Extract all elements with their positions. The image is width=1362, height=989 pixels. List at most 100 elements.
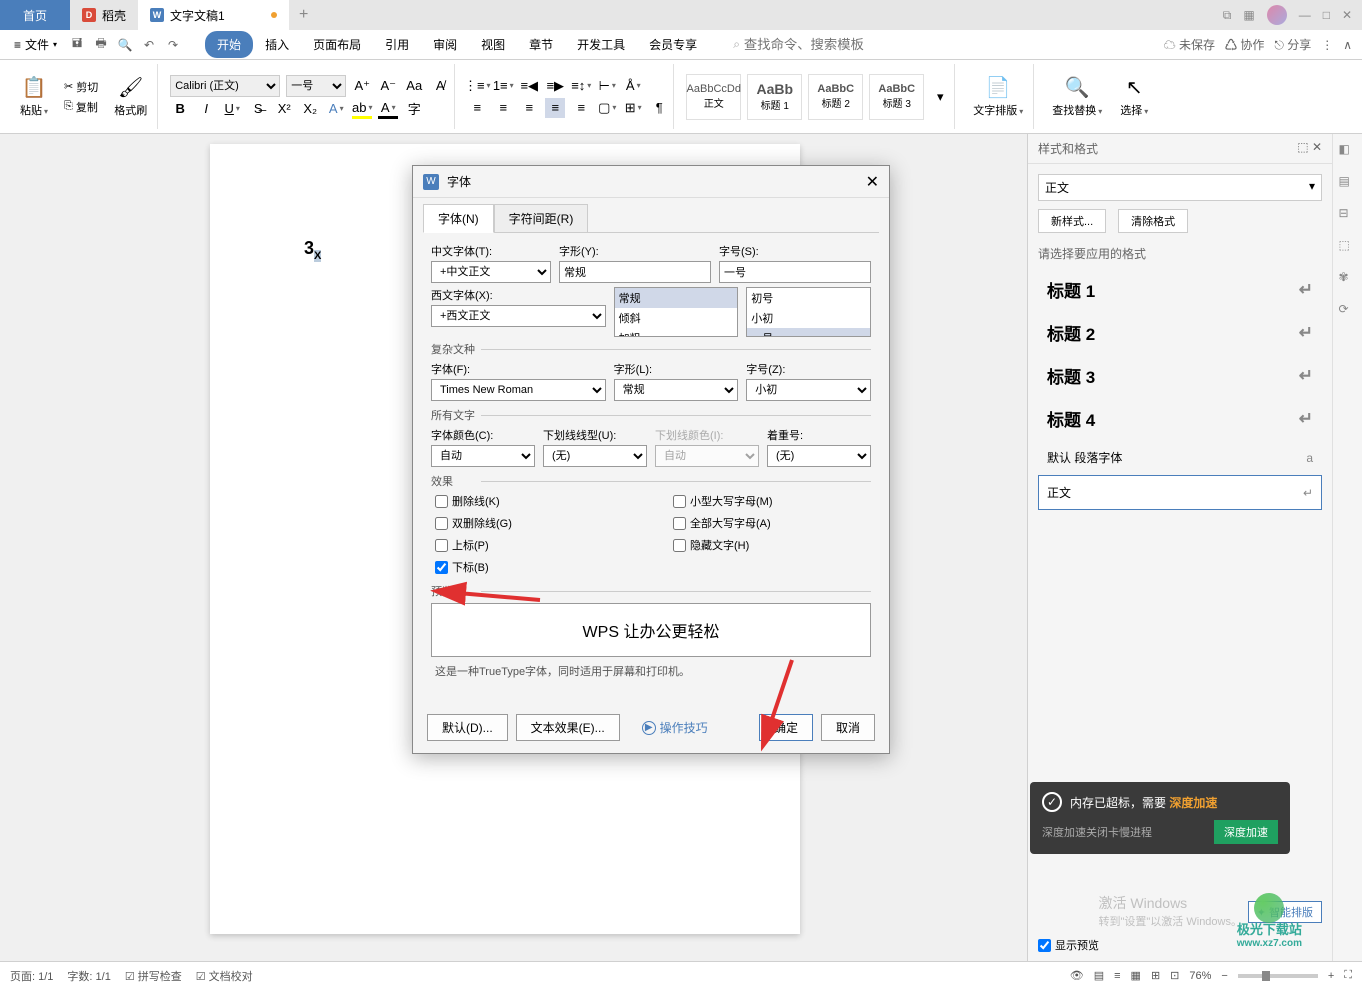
print-icon[interactable]: 🖶: [93, 37, 109, 53]
tab-stop-icon[interactable]: ⊢: [597, 76, 617, 96]
tab-start[interactable]: 开始: [205, 31, 253, 58]
cancel-button[interactable]: 取消: [821, 714, 875, 741]
copy-button[interactable]: ⎘ 复制: [60, 97, 102, 117]
writing-direction-icon[interactable]: Å: [623, 76, 643, 96]
clear-format-icon[interactable]: A̸: [430, 76, 450, 96]
window-layout-icon[interactable]: ⧉: [1223, 8, 1232, 23]
print-preview-icon[interactable]: 🔍: [117, 37, 133, 53]
new-style-button[interactable]: 新样式...: [1038, 209, 1106, 233]
proofread-toggle[interactable]: ☑ 文档校对: [196, 968, 253, 984]
dialog-title-bar[interactable]: W 字体 ✕: [413, 166, 889, 198]
subscript-button[interactable]: X₂: [300, 99, 320, 119]
minimize-button[interactable]: —: [1299, 8, 1311, 22]
style-heading1[interactable]: AaBb标题 1: [747, 74, 802, 120]
tab-view[interactable]: 视图: [469, 31, 517, 58]
dialog-close-button[interactable]: ✕: [866, 172, 879, 192]
tab-home[interactable]: 首页: [0, 0, 70, 30]
increase-font-icon[interactable]: A⁺: [352, 76, 372, 96]
chk-superscript[interactable]: 上标(P): [435, 537, 633, 553]
current-style-select[interactable]: 正文▾: [1038, 174, 1322, 201]
menu-more-icon[interactable]: ⋮: [1321, 38, 1333, 52]
zoom-fit-icon[interactable]: ⊡: [1170, 969, 1179, 982]
bold-button[interactable]: B: [170, 99, 190, 119]
underline-select[interactable]: (无): [543, 445, 647, 467]
list-item[interactable]: 小初: [747, 308, 870, 328]
side-select-icon[interactable]: ⬚: [1339, 238, 1357, 256]
font-size-list[interactable]: 初号 小初 一号: [746, 287, 871, 337]
show-marks-icon[interactable]: ¶: [649, 98, 669, 118]
style-more-icon[interactable]: ▾: [930, 87, 950, 107]
side-property-icon[interactable]: ✾: [1339, 270, 1357, 288]
tab-docer[interactable]: D 稻壳: [70, 0, 138, 30]
chk-double-strikethrough[interactable]: 双删除线(G): [435, 515, 633, 531]
phonetic-button[interactable]: 字: [404, 99, 424, 119]
side-style-icon[interactable]: ▤: [1339, 174, 1357, 192]
tab-review[interactable]: 审阅: [421, 31, 469, 58]
align-right-icon[interactable]: ≡: [519, 98, 539, 118]
cn-font-select[interactable]: +中文正文: [431, 261, 551, 283]
font-name-select[interactable]: Calibri (正文): [170, 75, 280, 97]
shading-icon[interactable]: ▢: [597, 98, 617, 118]
undo-icon[interactable]: ↶: [141, 37, 157, 53]
underline-button[interactable]: U: [222, 99, 242, 119]
border-icon[interactable]: ⊞: [623, 98, 643, 118]
style-heading3[interactable]: AaBbC标题 3: [869, 74, 924, 120]
strikethrough-button[interactable]: S̶: [248, 99, 268, 119]
align-left-icon[interactable]: ≡: [467, 98, 487, 118]
side-limit-icon[interactable]: ⊟: [1339, 206, 1357, 224]
share-button[interactable]: ⎋ 分享: [1274, 36, 1311, 53]
ok-button[interactable]: 确定: [759, 714, 813, 741]
text-effect-button[interactable]: A: [326, 99, 346, 119]
style-heading2[interactable]: AaBbC标题 2: [808, 74, 863, 120]
increase-indent-icon[interactable]: ≡▶: [545, 76, 565, 96]
default-button[interactable]: 默认(D)...: [427, 714, 508, 741]
chk-smallcaps[interactable]: 小型大写字母(M): [673, 493, 871, 509]
panel-pin-icon[interactable]: ⬚: [1297, 140, 1308, 154]
save-icon[interactable]: 🖬: [69, 37, 85, 53]
zoom-value[interactable]: 76%: [1189, 970, 1211, 982]
side-backup-icon[interactable]: ⟳: [1339, 302, 1357, 320]
list-item[interactable]: 常规: [615, 288, 738, 308]
close-window-button[interactable]: ✕: [1342, 8, 1352, 22]
spellcheck-toggle[interactable]: ☑ 拼写检查: [125, 968, 182, 984]
format-painter-button[interactable]: 🖌格式刷: [108, 73, 153, 120]
maximize-button[interactable]: □: [1323, 8, 1330, 22]
panel-close-icon[interactable]: ✕: [1312, 140, 1322, 154]
chk-strikethrough[interactable]: 删除线(K): [435, 493, 633, 509]
file-menu[interactable]: ≡ 文件 ▾: [10, 34, 61, 55]
find-replace-button[interactable]: 🔍查找替换: [1046, 73, 1108, 120]
zoom-in-button[interactable]: +: [1328, 970, 1334, 982]
list-item[interactable]: 加粗: [615, 328, 738, 337]
view-page-icon[interactable]: ▤: [1094, 969, 1104, 982]
tab-document[interactable]: W 文字文稿1: [138, 0, 289, 30]
list-item[interactable]: 初号: [747, 288, 870, 308]
decrease-indent-icon[interactable]: ≡◀: [519, 76, 539, 96]
tips-link[interactable]: ▶ 操作技巧: [628, 714, 722, 741]
page-indicator[interactable]: 页面: 1/1: [10, 968, 53, 984]
apps-icon[interactable]: ▦: [1243, 8, 1254, 22]
reading-mode-icon[interactable]: 👁: [1070, 969, 1084, 982]
search-input[interactable]: [744, 37, 924, 52]
text-effect-button[interactable]: 文本效果(E)...: [516, 714, 620, 741]
style-item-default-para[interactable]: 默认 段落字体a: [1038, 440, 1322, 475]
italic-button[interactable]: I: [196, 99, 216, 119]
tab-devtools[interactable]: 开发工具: [565, 31, 637, 58]
style-item-normal[interactable]: 正文↵: [1038, 475, 1322, 510]
font-size-select[interactable]: 一号: [286, 75, 346, 97]
word-count[interactable]: 字数: 1/1: [67, 968, 110, 984]
avatar[interactable]: [1267, 5, 1287, 25]
tab-member[interactable]: 会员专享: [637, 31, 709, 58]
font-color-button[interactable]: A: [378, 99, 398, 119]
view-web-icon[interactable]: ▦: [1131, 969, 1141, 982]
style-normal[interactable]: AaBbCcDd正文: [686, 74, 741, 120]
zoom-slider[interactable]: [1238, 974, 1318, 978]
tab-page-layout[interactable]: 页面布局: [301, 31, 373, 58]
change-case-icon[interactable]: Aa: [404, 76, 424, 96]
align-center-icon[interactable]: ≡: [493, 98, 513, 118]
numbered-list-icon[interactable]: 1≡: [493, 76, 513, 96]
line-spacing-icon[interactable]: ≡↕: [571, 76, 591, 96]
style-item-h3[interactable]: 标题 3↵: [1038, 354, 1322, 397]
emphasis-select[interactable]: (无): [767, 445, 871, 467]
chk-subscript[interactable]: 下标(B): [435, 559, 633, 575]
chk-allcaps[interactable]: 全部大写字母(A): [673, 515, 871, 531]
